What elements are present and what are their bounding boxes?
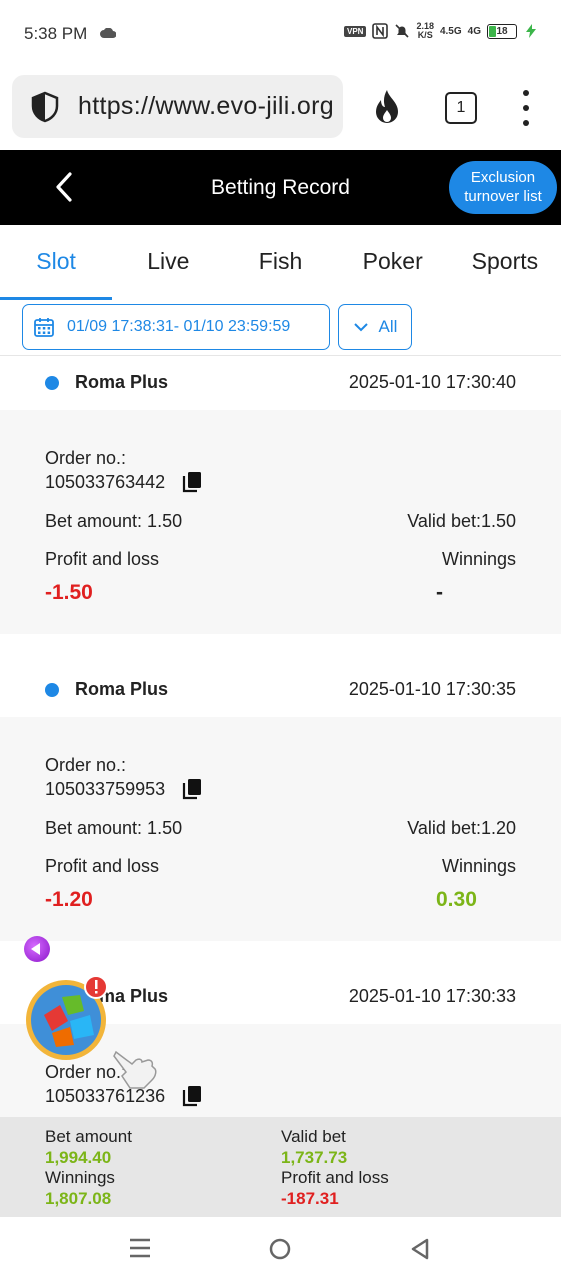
url-text[interactable]: https://www.evo-jili.org: [78, 92, 334, 121]
browser-toolbar: https://www.evo-jili.org 1: [0, 70, 561, 150]
filter-row: 01/09 17:38:31- 01/10 23:59:59 All: [0, 300, 561, 356]
order-number: 105033763442: [45, 472, 166, 492]
winnings-label: Winnings: [441, 856, 516, 876]
game-promo-icon[interactable]: [24, 975, 114, 1061]
winnings-label: Winnings: [441, 549, 516, 569]
status-dot: [45, 683, 59, 697]
tabs-button[interactable]: 1: [445, 92, 477, 124]
category-tabs: Slot Live Fish Poker Sports: [0, 225, 561, 300]
record-card: Roma Plus 2025-01-10 17:30:35 Order no.:…: [0, 663, 561, 941]
nfc-icon: [372, 23, 389, 39]
winnings-value: 0.30: [436, 888, 477, 911]
order-number: 105033759953: [45, 779, 166, 799]
date-range-text: 01/09 17:38:31- 01/10 23:59:59: [67, 318, 291, 335]
record-header: Roma Plus 2025-01-10 17:30:35: [0, 663, 561, 717]
record-body: Order no.: 105033763442 Bet amount: 1.50…: [0, 410, 561, 634]
record-body: Order no.: 105033759953 Bet amount: 1.50…: [0, 717, 561, 941]
game-name: Roma Plus: [75, 372, 169, 392]
total-winnings-label: Winnings: [45, 1168, 115, 1187]
record-time: 2025-01-10 17:30:33: [348, 986, 516, 1006]
android-nav-bar: [0, 1217, 561, 1280]
app-header: Betting Record Exclusion turnover list: [0, 150, 561, 225]
total-pl-label: Profit and loss: [281, 1168, 389, 1187]
signal-4g: 4G: [467, 25, 481, 37]
game-name: Roma Plus: [75, 679, 169, 699]
total-valid-bet-label: Valid bet: [281, 1127, 346, 1146]
back-icon[interactable]: [408, 1237, 432, 1261]
tab-live[interactable]: Live: [112, 225, 224, 300]
profit-loss-value: -1.50: [45, 581, 93, 604]
chevron-down-icon: [353, 323, 368, 332]
valid-bet: Valid bet:1.20: [407, 818, 516, 838]
tab-fish[interactable]: Fish: [224, 225, 336, 300]
fire-icon[interactable]: [370, 88, 404, 126]
record-header: Roma Plus 2025-01-10 17:30:40: [0, 356, 561, 410]
network-speed: 2.18 K/S: [416, 21, 434, 40]
status-bar: 5:38 PM VPN 2.18 K/S 4.5G 4G 18: [0, 0, 561, 70]
profit-loss-label: Profit and loss: [45, 856, 160, 876]
total-bet-label: Bet amount: [45, 1127, 132, 1146]
shield-icon[interactable]: [28, 90, 62, 124]
bet-amount: Bet amount: 1.50: [45, 818, 183, 838]
total-winnings-value: 1,807.08: [45, 1189, 112, 1208]
copy-icon[interactable]: [182, 778, 202, 800]
record-card: Roma Plus 2025-01-10 17:30:40 Order no.:…: [0, 356, 561, 634]
battery-icon: 18: [487, 23, 517, 39]
total-bet-value: 1,994.40: [45, 1148, 112, 1167]
order-label: Order no.:: [45, 755, 127, 775]
pointer-hand-icon: [113, 1050, 157, 1089]
tab-slot[interactable]: Slot: [0, 225, 113, 300]
status-dot: [45, 376, 59, 390]
url-bar[interactable]: https://www.evo-jili.org: [12, 75, 343, 138]
winnings-value: -: [436, 581, 443, 604]
mute-bell-icon: [395, 24, 410, 38]
copy-icon[interactable]: [182, 1085, 202, 1107]
menu-icon[interactable]: [128, 1237, 152, 1259]
type-filter-dropdown[interactable]: All: [338, 304, 412, 350]
total-pl-value: -187.31: [281, 1189, 339, 1208]
charging-icon: [526, 24, 536, 38]
record-time: 2025-01-10 17:30:40: [348, 372, 516, 392]
profit-loss-label: Profit and loss: [45, 549, 160, 569]
valid-bet: Valid bet:1.50: [407, 511, 516, 531]
total-valid-bet-value: 1,737.73: [281, 1148, 348, 1167]
tab-sports[interactable]: Sports: [449, 225, 561, 300]
record-time: 2025-01-10 17:30:35: [348, 679, 516, 699]
collapse-widget-icon[interactable]: [24, 936, 50, 962]
calendar-icon: [34, 318, 54, 337]
status-time: 5:38 PM: [24, 24, 88, 43]
home-icon[interactable]: [268, 1237, 292, 1261]
date-range-picker[interactable]: 01/09 17:38:31- 01/10 23:59:59: [22, 304, 330, 350]
profit-loss-value: -1.20: [45, 888, 93, 911]
copy-icon[interactable]: [182, 471, 202, 493]
cloud-icon: [100, 28, 116, 38]
tab-poker[interactable]: Poker: [337, 225, 449, 300]
vpn-icon: VPN: [343, 25, 367, 37]
status-icons: VPN 2.18 K/S 4.5G 4G 18: [343, 21, 539, 40]
more-menu-icon[interactable]: [516, 88, 536, 128]
type-filter-value: All: [378, 317, 398, 336]
signal-45g: 4.5G: [439, 25, 462, 37]
order-label: Order no.:: [45, 448, 127, 468]
summary-bar: Bet amount 1,994.40 Valid bet 1,737.73 W…: [0, 1117, 561, 1217]
bet-amount: Bet amount: 1.50: [45, 511, 183, 531]
exclusion-turnover-button[interactable]: Exclusion turnover list: [449, 161, 557, 214]
